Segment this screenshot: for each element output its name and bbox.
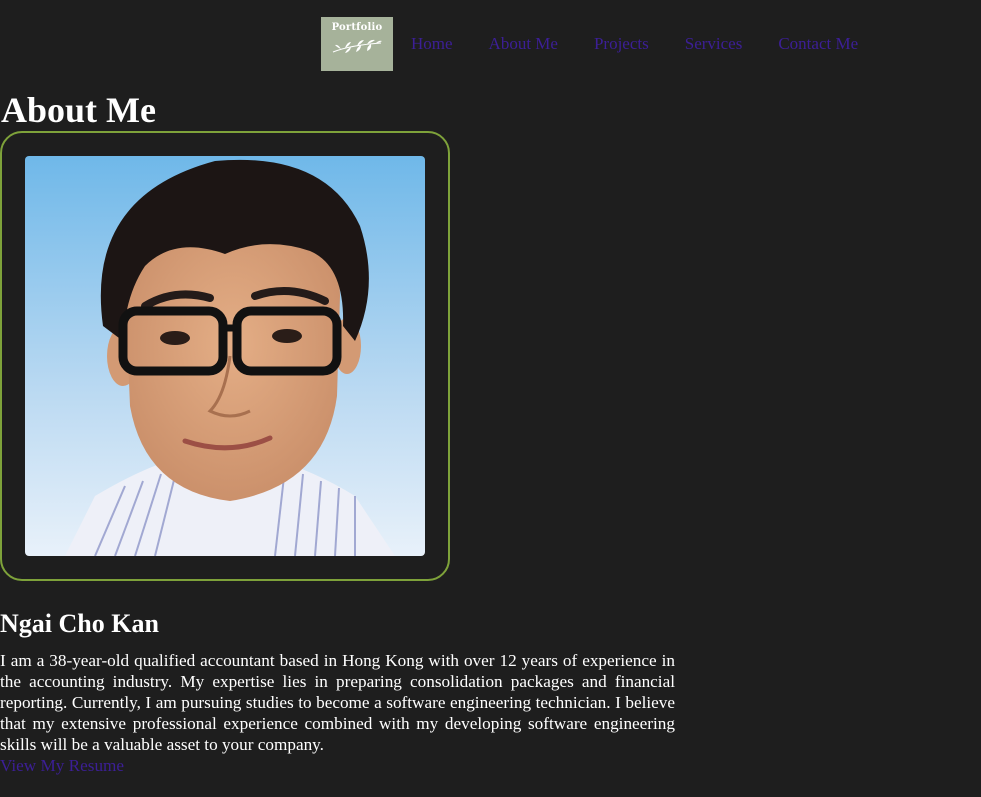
top-navigation: Portfolio Home About Me Projects Service… [321, 17, 894, 71]
page-title: About Me [1, 90, 156, 130]
logo-text: Portfolio [331, 22, 383, 33]
portfolio-logo[interactable]: Portfolio [321, 17, 393, 71]
profile-photo-frame [0, 131, 450, 581]
nav-link-home[interactable]: Home [411, 34, 453, 54]
nav-links: Home About Me Projects Services Contact … [411, 34, 894, 54]
bio-paragraph: I am a 38-year-old qualified accountant … [0, 651, 675, 754]
nav-link-about-me[interactable]: About Me [489, 34, 558, 54]
person-name: Ngai Cho Kan [0, 609, 159, 638]
nav-link-projects[interactable]: Projects [594, 34, 649, 54]
nav-link-contact-me[interactable]: Contact Me [778, 34, 858, 54]
leaf-branch-icon [332, 39, 382, 53]
nav-link-services[interactable]: Services [685, 34, 743, 54]
view-resume-link[interactable]: View My Resume [0, 756, 124, 776]
profile-photo [25, 156, 425, 556]
